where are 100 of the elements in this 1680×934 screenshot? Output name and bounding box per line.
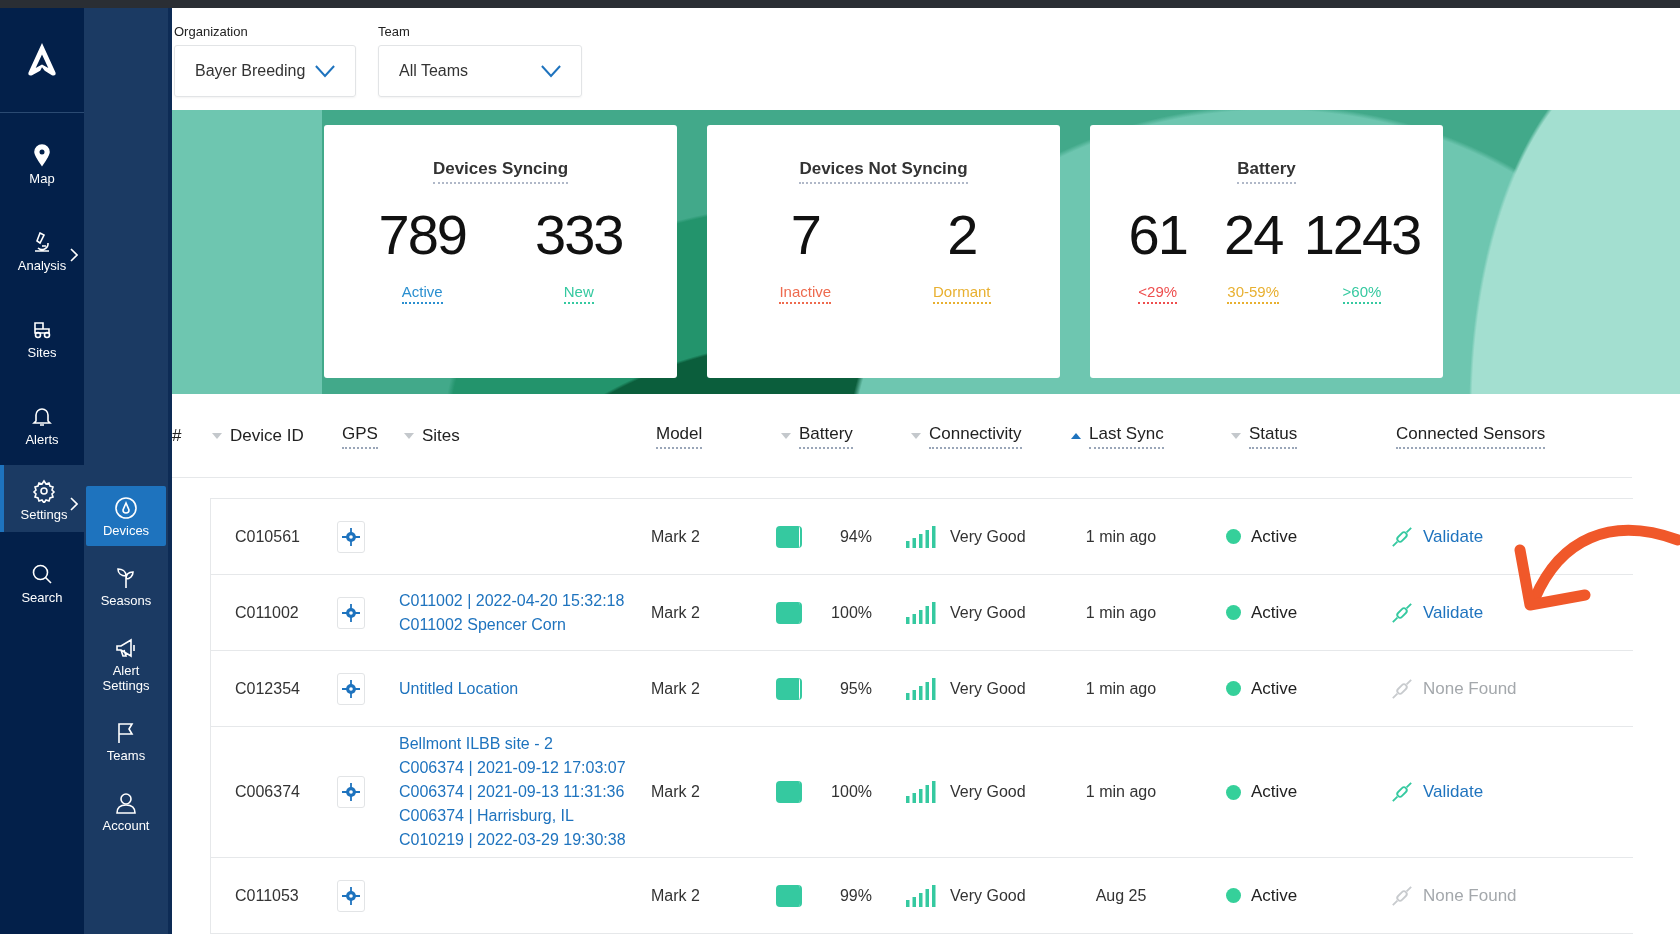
plug-icon (1391, 781, 1413, 803)
gps-button[interactable] (337, 776, 365, 808)
column-header[interactable]: Status (1231, 423, 1396, 449)
sort-up-icon (1071, 433, 1081, 440)
dropdown[interactable]: Bayer Breeding (174, 45, 356, 97)
stat-value: 1243 (1303, 202, 1421, 268)
column-header[interactable]: Sites (404, 426, 656, 447)
sidebar-item[interactable]: Settings (0, 465, 84, 532)
site-link[interactable]: C006374 | Harrisburg, IL (399, 807, 574, 825)
crosshair-icon (342, 783, 360, 801)
sidebar-label: Alerts (25, 432, 59, 447)
sort-down-icon (911, 433, 921, 440)
model-text: Mark 2 (651, 527, 700, 546)
plug-icon (1391, 601, 1413, 624)
sidebar-item[interactable]: Map (0, 129, 84, 200)
model-text: Mark 2 (651, 886, 700, 905)
chevron-icon (70, 248, 78, 262)
submenu-item[interactable]: Teams (86, 713, 166, 771)
status-text: Active (1251, 782, 1298, 802)
battery-reading: 99% (838, 886, 872, 905)
stat-value: 24 (1224, 202, 1283, 268)
validate-link[interactable]: Validate (1423, 782, 1484, 802)
sidebar-label: Map (29, 171, 55, 186)
validate-link[interactable]: Validate (1423, 526, 1484, 547)
settings-icon (32, 479, 56, 503)
last-sync-text: 1 min ago (1084, 527, 1158, 546)
status-text: Active (1251, 526, 1298, 547)
signal-icon (906, 884, 936, 907)
stat-label[interactable]: <29% (1138, 283, 1178, 305)
column-header[interactable]: Battery (781, 423, 911, 449)
last-sync-text: 1 min ago (1084, 679, 1158, 698)
model-text: Mark 2 (651, 783, 700, 801)
chevron-down-icon (315, 64, 335, 78)
gps-button[interactable] (337, 520, 365, 553)
gps-button[interactable] (337, 596, 365, 629)
column-header[interactable]: Connected Sensors (1396, 423, 1596, 449)
filter-label: Organization (174, 24, 249, 39)
column-header[interactable]: Model (656, 423, 781, 449)
sort-down-icon (1231, 433, 1241, 440)
crosshair-icon (342, 886, 360, 905)
site-link[interactable]: C010219 | 2022-03-29 19:30:38 (399, 831, 626, 849)
signal-icon (906, 601, 936, 624)
site-link[interactable]: C006374 | 2021-09-13 11:31:36 (399, 783, 625, 801)
status-text: Active (1251, 885, 1298, 906)
gps-button[interactable] (337, 879, 365, 912)
model-text: Mark 2 (651, 603, 700, 622)
last-sync-text: 1 min ago (1084, 603, 1158, 622)
column-header[interactable]: # (172, 426, 212, 447)
battery-icon (776, 884, 802, 907)
validate-link[interactable]: Validate (1423, 602, 1484, 623)
plug-icon (1391, 677, 1413, 700)
sort-down-icon (212, 433, 222, 440)
sidebar-item[interactable]: Search (0, 548, 84, 619)
chevron-icon (70, 497, 78, 511)
site-link[interactable]: Untitled Location (399, 679, 519, 698)
device-id: C011053 (235, 886, 299, 905)
site-link[interactable]: C006374 | 2021-09-12 17:03:07 (399, 759, 626, 777)
column-header[interactable]: GPS (342, 423, 404, 449)
stat-label[interactable]: Active (401, 283, 443, 305)
site-link[interactable]: C011002 Spencer Corn (399, 615, 566, 634)
filter-label: Team (378, 24, 411, 39)
column-header[interactable]: Connectivity (911, 423, 1071, 449)
column-header[interactable]: Device ID (212, 426, 342, 447)
gps-button[interactable] (337, 672, 365, 705)
dropdown[interactable]: All Teams (378, 45, 582, 97)
connectivity-text: Very Good (950, 783, 1026, 801)
sidebar-item[interactable]: Alerts (0, 390, 84, 461)
sidebar-item[interactable]: Sites (0, 303, 84, 374)
sort-down-icon (781, 433, 791, 440)
sort-down-icon (404, 433, 414, 440)
plug-icon (1391, 884, 1413, 907)
submenu-item[interactable]: Alert Settings (86, 628, 166, 701)
device-id: C012354 (235, 679, 300, 698)
submenu-item[interactable]: Devices (86, 486, 166, 546)
signal-icon (906, 525, 936, 548)
megaphone-icon (114, 636, 138, 660)
battery-icon (776, 601, 802, 624)
connectivity-text: Very Good (950, 679, 1026, 698)
person-icon (114, 791, 138, 815)
device-id: C010561 (235, 527, 300, 546)
device-id: C011002 (235, 603, 299, 622)
battery-reading: 100% (830, 603, 872, 622)
submenu-item[interactable]: Account (86, 783, 166, 841)
sidebar-label: Sites (27, 345, 57, 360)
status-text: Active (1251, 678, 1298, 699)
submenu-item[interactable]: Seasons (86, 558, 166, 616)
last-sync-text: Aug 25 (1094, 886, 1148, 905)
column-header[interactable]: Last Sync (1071, 423, 1231, 449)
battery-icon (776, 677, 802, 700)
sidebar-item[interactable]: Analysis (0, 216, 84, 287)
device-id: C006374 (235, 783, 300, 801)
battery-reading: 95% (838, 679, 872, 698)
crosshair-icon (342, 603, 360, 622)
site-link[interactable]: Bellmont ILBB site - 2 (399, 735, 553, 753)
device-icon (114, 496, 138, 520)
crosshair-icon (342, 679, 360, 698)
none-found-text: None Found (1423, 678, 1517, 699)
crosshair-icon (342, 527, 360, 546)
site-link[interactable]: C011002 | 2022-04-20 15:32:18 (399, 591, 625, 610)
card-title: Devices Syncing (432, 159, 569, 185)
